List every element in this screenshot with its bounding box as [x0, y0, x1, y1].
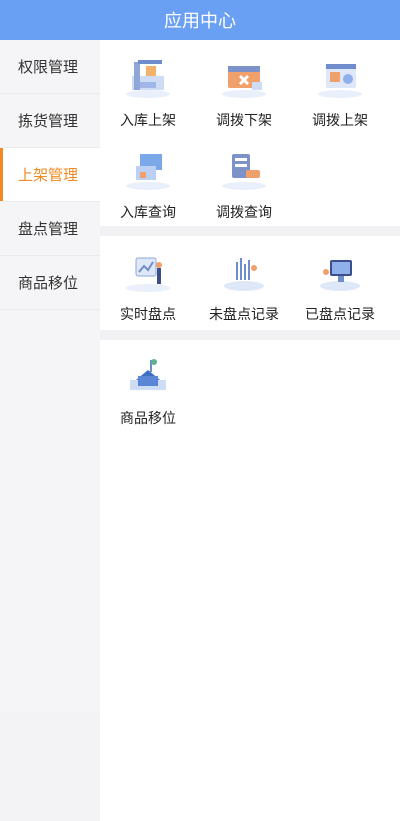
sidebar-item-relocation[interactable]: 商品移位	[0, 256, 100, 310]
tile-label: 调拨查询	[216, 205, 272, 221]
sidebar-item-label: 拣货管理	[18, 112, 79, 130]
tile-inbound-query[interactable]: 入库查询	[100, 134, 196, 226]
inbound-query-icon	[120, 144, 176, 192]
counted-records-icon	[312, 246, 368, 294]
putaway-section: 入库上架 调拨下架 调拨上架 入库查询 调拨查询	[100, 40, 400, 226]
sidebar-item-label: 上架管理	[18, 166, 79, 184]
tile-uncounted-records[interactable]: 未盘点记录	[196, 236, 292, 330]
app-header: 应用中心	[0, 0, 400, 40]
sidebar-item-label: 商品移位	[18, 274, 79, 292]
main-content: 入库上架 调拨下架 调拨上架 入库查询 调拨查询 实时盘点 未盘点记录 已盘点记…	[100, 40, 400, 821]
tile-label: 调拨上架	[312, 113, 368, 129]
inventory-section: 实时盘点 未盘点记录 已盘点记录	[100, 236, 400, 330]
tile-counted-records[interactable]: 已盘点记录	[292, 236, 388, 330]
sidebar-item-permissions[interactable]: 权限管理	[0, 40, 100, 94]
sidebar-item-label: 权限管理	[18, 58, 79, 76]
tile-label: 已盘点记录	[305, 307, 375, 323]
product-relocation-icon	[120, 350, 176, 398]
page-title: 应用中心	[164, 11, 236, 32]
tile-transfer-shelve[interactable]: 调拨上架	[292, 42, 388, 134]
tile-realtime-count[interactable]: 实时盘点	[100, 236, 196, 330]
transfer-query-icon	[216, 144, 272, 192]
uncounted-records-icon	[216, 246, 272, 294]
relocation-section: 商品移位	[100, 340, 400, 821]
tile-product-relocation[interactable]: 商品移位	[100, 340, 196, 434]
sidebar-item-label: 盘点管理	[18, 220, 79, 238]
sidebar-item-inventory[interactable]: 盘点管理	[0, 202, 100, 256]
transfer-shelve-icon	[312, 52, 368, 100]
tile-transfer-unshelve[interactable]: 调拨下架	[196, 42, 292, 134]
tile-label: 调拨下架	[216, 113, 272, 129]
tile-inbound-putaway[interactable]: 入库上架	[100, 42, 196, 134]
tile-label: 入库上架	[120, 113, 176, 129]
realtime-count-icon	[120, 246, 176, 294]
tile-label: 商品移位	[120, 411, 176, 427]
warehouse-putaway-icon	[120, 52, 176, 100]
tile-label: 入库查询	[120, 205, 176, 221]
sidebar: 权限管理 拣货管理 上架管理 盘点管理 商品移位	[0, 40, 100, 711]
tile-label: 实时盘点	[120, 307, 176, 323]
tile-label: 未盘点记录	[209, 307, 279, 323]
sidebar-item-putaway[interactable]: 上架管理	[0, 148, 100, 202]
transfer-unshelve-icon	[216, 52, 272, 100]
tile-transfer-query[interactable]: 调拨查询	[196, 134, 292, 226]
sidebar-item-picking[interactable]: 拣货管理	[0, 94, 100, 148]
